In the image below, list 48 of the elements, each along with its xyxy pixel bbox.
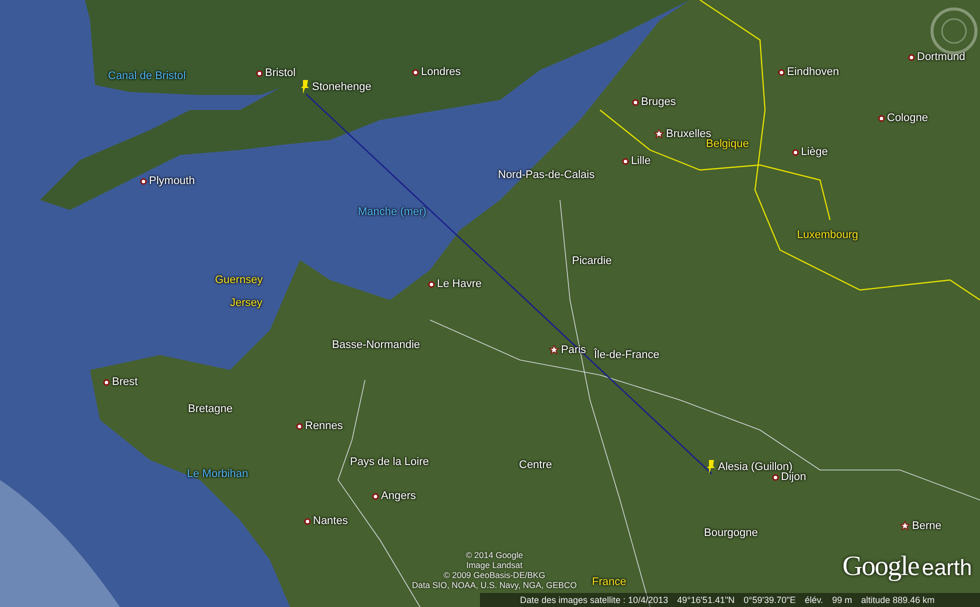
city-label: Bruxelles [666,128,712,140]
country-label: Luxembourg [797,229,858,241]
region-label: Picardie [572,255,612,267]
elevation-text: 99 m [832,595,852,605]
country-label: Guernsey [215,274,263,286]
longitude-text: 0°59'39.70"E [744,595,796,605]
city-label: Brest [112,376,138,388]
placemark-label[interactable]: Stonehenge [312,81,372,93]
altitude-text: altitude 889.46 km [861,595,935,605]
city-label: Rennes [305,420,343,432]
city-label: Dijon [781,471,806,483]
country-label: Jersey [230,297,262,309]
city-label: Liège [801,146,828,158]
region-label: Nord-Pas-de-Calais [498,169,595,181]
city-label: Eindhoven [787,66,839,78]
city-label: Dortmund [917,51,966,63]
country-label: France [592,576,626,588]
region-label: Pays de la Loire [350,456,429,468]
city-label: Le Havre [437,278,482,290]
region-label: Bretagne [188,403,233,415]
attribution-text: © 2014 Google [466,550,523,560]
region-label: Centre [519,459,552,471]
region-label: Basse-Normandie [332,339,420,351]
region-label: Île-de-France [594,349,660,361]
logo-product-text: earth [922,555,972,581]
city-label: Nantes [313,515,348,527]
water-label: Le Morbihan [187,468,248,480]
city-label: Berne [912,520,942,532]
city-label: Bruges [641,96,676,108]
city-label: Bristol [265,67,296,79]
water-label: Manche (mer) [358,206,426,218]
attribution-text: © 2009 GeoBasis-DE/BKG [443,570,546,580]
attribution-text: Image Landsat [466,560,522,570]
city-label: Plymouth [149,175,195,187]
imagery-date-text: Date des images satellite : 10/4/2013 [520,595,668,605]
city-label: Lille [631,155,651,167]
city-label: Paris [561,344,586,356]
logo-wordmark: Google [842,551,919,583]
water-label: Canal de Bristol [108,70,186,82]
city-label: Londres [421,66,461,78]
region-label: Bourgogne [704,527,758,539]
attribution-text: Data SIO, NOAA, U.S. Navy, NGA, GEBCO [412,580,577,590]
placemark-label[interactable]: Alesia (Guillon) [718,461,793,473]
country-label: Belgique [706,138,749,150]
city-label: Angers [381,490,416,502]
elevation-label: élév. [804,595,824,605]
latitude-text: 49°16'51.41"N [677,595,735,605]
city-label: Cologne [887,112,928,124]
